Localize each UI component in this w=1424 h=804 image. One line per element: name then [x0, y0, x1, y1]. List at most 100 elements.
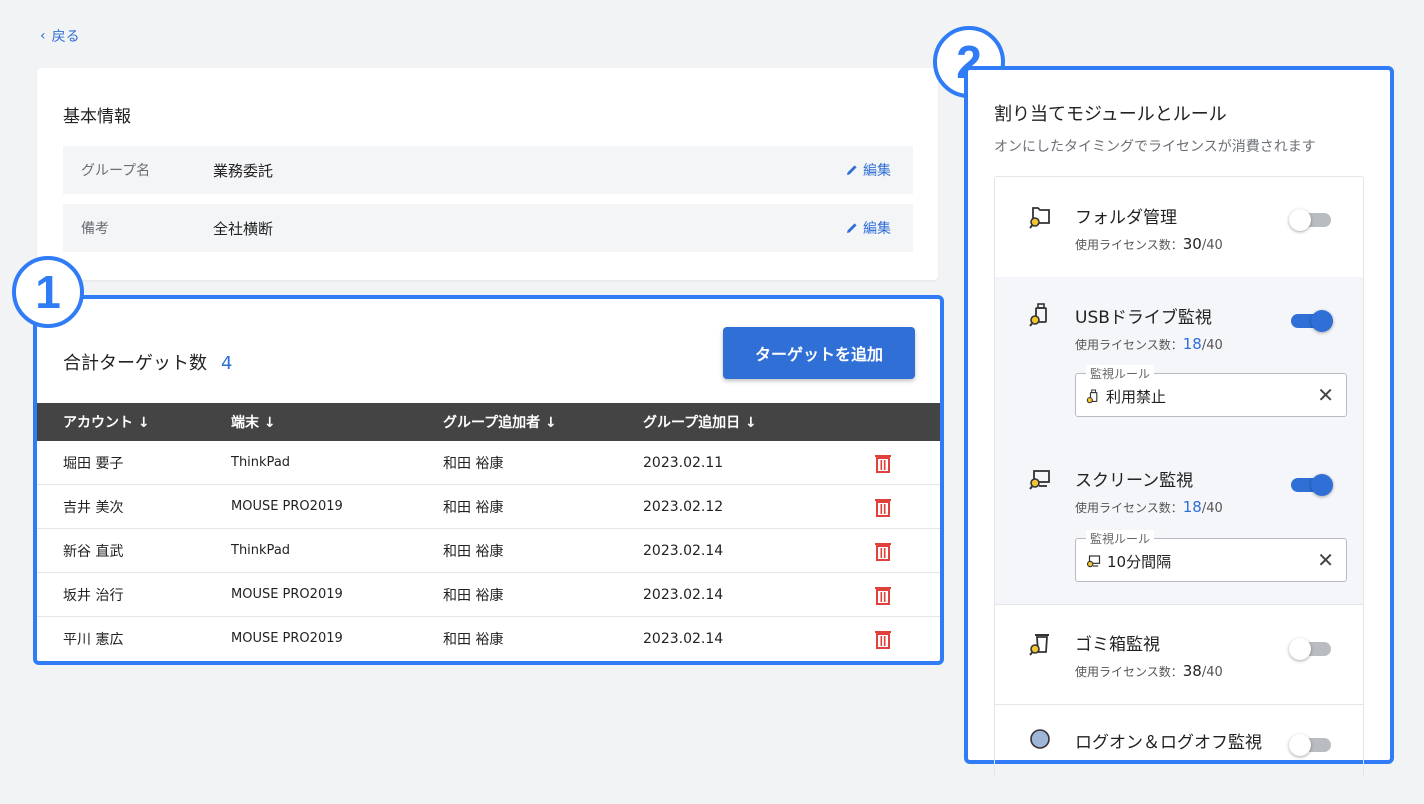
back-link[interactable]: ‹ 戻る	[40, 26, 80, 46]
cell-device: ThinkPad	[231, 543, 291, 558]
license-label: 使用ライセンス数：	[1075, 238, 1183, 252]
module-item-usb: USBドライブ監視 使用ライセンス数：18/40 監視ルール 利用禁止 ✕	[995, 277, 1363, 441]
info-value: 全社横断	[213, 219, 274, 238]
close-icon[interactable]: ✕	[1317, 548, 1334, 572]
trash-icon[interactable]	[874, 541, 892, 561]
back-label: 戻る	[51, 29, 80, 45]
table-row: 坂井 治行 MOUSE PRO2019 和田 裕康 2023.02.14	[37, 573, 940, 617]
rule-value-text: 利用禁止	[1106, 388, 1167, 406]
module-name: スクリーン監視	[1075, 471, 1194, 491]
column-header-account[interactable]: アカウント ↓	[37, 412, 231, 432]
logon-toggle[interactable]	[1289, 734, 1333, 756]
cell-added-by: 和田 裕康	[443, 543, 504, 560]
cell-date: 2023.02.12	[643, 498, 724, 515]
chevron-left-icon: ‹	[40, 28, 46, 44]
edit-group-name-button[interactable]: 編集	[845, 160, 913, 180]
trash-search-icon	[1029, 634, 1049, 656]
column-header-date[interactable]: グループ追加日 ↓	[643, 412, 853, 432]
module-name: USBドライブ監視	[1075, 308, 1212, 328]
trash-icon[interactable]	[874, 453, 892, 473]
cell-added-by: 和田 裕康	[443, 499, 504, 516]
cell-account: 堀田 要子	[63, 455, 124, 472]
license-total: /40	[1201, 338, 1223, 353]
pencil-icon	[847, 223, 857, 233]
pencil-icon	[847, 165, 857, 175]
license-label: 使用ライセンス数：	[1075, 665, 1183, 679]
rule-value-text: 10分間隔	[1107, 553, 1172, 571]
info-row-group-name: グループ名 業務委託 編集	[63, 146, 913, 194]
trash-icon[interactable]	[874, 629, 892, 649]
license-total: /40	[1201, 665, 1223, 680]
module-name: ゴミ箱監視	[1075, 635, 1160, 655]
screen-rule-field[interactable]: 監視ルール 10分間隔 ✕	[1075, 530, 1347, 582]
license-total: /40	[1201, 238, 1223, 253]
target-count-label: 合計ターゲット数	[63, 353, 207, 374]
edit-remarks-button[interactable]: 編集	[845, 218, 913, 238]
table-row: 平川 憲広 MOUSE PRO2019 和田 裕康 2023.02.14	[37, 617, 940, 660]
license-label: 使用ライセンス数：	[1075, 501, 1183, 515]
add-target-button[interactable]: ターゲットを追加	[723, 327, 915, 379]
usb-toggle[interactable]	[1291, 310, 1333, 332]
rule-value: 利用禁止	[1086, 386, 1166, 407]
module-item-logon: ログオン＆ログオフ監視	[995, 704, 1363, 804]
cell-added-by: 和田 裕康	[443, 455, 504, 472]
module-item-screen: スクリーン監視 使用ライセンス数：18/40 監視ルール 10分間隔 ✕	[995, 440, 1363, 605]
license-label: 使用ライセンス数：	[1075, 338, 1183, 352]
cell-date: 2023.02.14	[643, 542, 724, 559]
close-icon[interactable]: ✕	[1317, 383, 1334, 407]
license-usage: 使用ライセンス数：18/40	[1075, 498, 1223, 516]
license-total: /40	[1201, 501, 1223, 516]
cell-device: MOUSE PRO2019	[231, 499, 343, 514]
usb-search-icon	[1029, 303, 1047, 327]
cell-device: MOUSE PRO2019	[231, 631, 343, 646]
license-used: 38	[1182, 662, 1202, 680]
info-value: 業務委託	[213, 161, 274, 180]
screen-search-icon	[1029, 470, 1050, 490]
rule-value: 10分間隔	[1086, 551, 1171, 572]
table-row: 堀田 要子 ThinkPad 和田 裕康 2023.02.11	[37, 441, 940, 485]
panel-subtitle: オンにしたタイミングでライセンスが消費されます	[994, 139, 1316, 155]
usb-search-icon	[1086, 388, 1098, 403]
cell-date: 2023.02.11	[643, 454, 724, 471]
info-label: 備考	[81, 221, 109, 237]
logon-search-icon	[1030, 729, 1050, 749]
table-row: 吉井 美次 MOUSE PRO2019 和田 裕康 2023.02.12	[37, 485, 940, 529]
info-row-remarks: 備考 全社横断 編集	[63, 204, 913, 252]
table-row: 新谷 直武 ThinkPad 和田 裕康 2023.02.14	[37, 529, 940, 573]
cell-account: 平川 憲広	[63, 631, 124, 648]
license-used: 18	[1182, 335, 1202, 353]
cell-added-by: 和田 裕康	[443, 587, 504, 604]
trash-icon[interactable]	[874, 585, 892, 605]
trash-toggle[interactable]	[1289, 638, 1333, 660]
edit-label: 編集	[863, 163, 891, 179]
callout-badge-1: 1	[12, 256, 84, 328]
module-item-trash: ゴミ箱監視 使用ライセンス数：38/40	[995, 604, 1363, 705]
target-count-heading: 合計ターゲット数 4	[63, 349, 232, 375]
rule-label: 監視ルール	[1086, 365, 1155, 382]
info-label: グループ名	[81, 163, 151, 179]
module-assignment-panel: 割り当てモジュールとルール オンにしたタイミングでライセンスが消費されます フォ…	[964, 66, 1394, 777]
cell-added-by: 和田 裕康	[443, 631, 504, 648]
basic-info-title: 基本情報	[63, 107, 131, 127]
module-name: ログオン＆ログオフ監視	[1075, 733, 1262, 753]
screen-toggle[interactable]	[1291, 474, 1333, 496]
license-usage: 使用ライセンス数：38/40	[1075, 662, 1223, 680]
target-card: 合計ターゲット数 4 ターゲットを追加 アカウント ↓ 端末 ↓ グループ追加者 …	[33, 295, 944, 665]
cell-device: ThinkPad	[231, 455, 291, 470]
cell-date: 2023.02.14	[643, 630, 724, 647]
trash-icon[interactable]	[874, 497, 892, 517]
rule-label: 監視ルール	[1086, 530, 1155, 547]
column-header-device[interactable]: 端末 ↓	[231, 412, 443, 432]
license-usage: 使用ライセンス数：30/40	[1075, 235, 1223, 253]
cell-account: 吉井 美次	[63, 499, 124, 516]
module-list: フォルダ管理 使用ライセンス数：30/40 USBドライブ監視 使用ライセンス数…	[994, 176, 1364, 777]
folder-toggle[interactable]	[1289, 209, 1333, 231]
table-header: アカウント ↓ 端末 ↓ グループ追加者 ↓ グループ追加日 ↓	[37, 403, 940, 441]
cell-account: 新谷 直武	[63, 543, 124, 560]
panel-title: 割り当てモジュールとルール	[994, 104, 1227, 125]
column-header-added-by[interactable]: グループ追加者 ↓	[443, 412, 643, 432]
target-table: アカウント ↓ 端末 ↓ グループ追加者 ↓ グループ追加日 ↓ 堀田 要子 T…	[37, 403, 940, 660]
usb-rule-field[interactable]: 監視ルール 利用禁止 ✕	[1075, 365, 1347, 417]
module-name: フォルダ管理	[1075, 208, 1177, 228]
cell-account: 坂井 治行	[63, 587, 124, 604]
